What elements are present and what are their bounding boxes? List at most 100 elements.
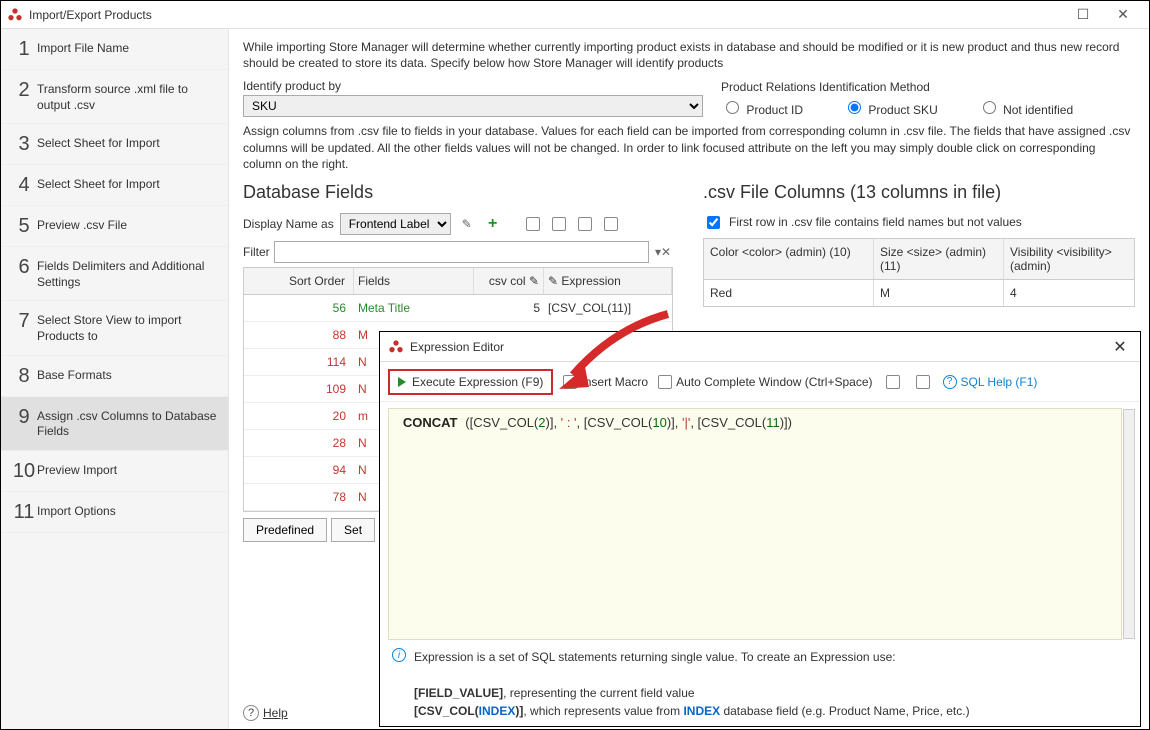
step-label: Select Sheet for Import xyxy=(37,175,218,193)
macro-icon xyxy=(563,375,577,389)
execute-expression-button[interactable]: Execute Expression (F9) xyxy=(388,369,553,395)
window-maximize-button[interactable]: ☐ xyxy=(1063,6,1103,23)
cell-sort-order: 56 xyxy=(244,299,354,317)
wizard-step-2[interactable]: 2Transform source .xml file to output .c… xyxy=(1,70,228,124)
ee-toolbar-icon-1[interactable] xyxy=(883,372,903,392)
app-logo-icon xyxy=(388,339,404,355)
col-fields[interactable]: Fields xyxy=(354,268,474,294)
step-number: 7 xyxy=(11,311,37,331)
first-row-checkbox[interactable] xyxy=(707,216,720,229)
wizard-step-6[interactable]: 6Fields Delimiters and Additional Settin… xyxy=(1,247,228,301)
cell-sort-order: 88 xyxy=(244,326,354,344)
toolbar-icon-2[interactable] xyxy=(549,214,569,234)
step-label: Import Options xyxy=(37,502,218,520)
relation-radio[interactable] xyxy=(983,101,996,114)
csv-col-header-1[interactable]: Color <color> (admin) (10) xyxy=(704,239,874,279)
relation-option-pnone[interactable]: Not identified xyxy=(978,98,1073,117)
step-number: 2 xyxy=(11,80,37,100)
col-sort-order[interactable]: Sort Order xyxy=(244,268,354,294)
display-name-as-select[interactable]: Frontend Label xyxy=(340,213,451,235)
wizard-step-10[interactable]: 10Preview Import xyxy=(1,451,228,492)
display-name-as-label: Display Name as xyxy=(243,217,334,231)
csv-preview-table: Color <color> (admin) (10) Size <size> (… xyxy=(703,238,1135,307)
csv-col-header-2[interactable]: Size <size> (admin) (11) xyxy=(874,239,1004,279)
edit-icon[interactable]: ✎ xyxy=(457,214,477,234)
predefined-button[interactable]: Predefined xyxy=(243,518,327,542)
step-label: Transform source .xml file to output .cs… xyxy=(37,80,218,113)
ee-title: Expression Editor xyxy=(410,340,1108,354)
wizard-step-9[interactable]: 9Assign .csv Columns to Database Fields xyxy=(1,397,228,451)
step-label: Preview .csv File xyxy=(37,216,218,234)
wizard-step-7[interactable]: 7Select Store View to import Products to xyxy=(1,301,228,355)
intro-text: While importing Store Manager will deter… xyxy=(243,39,1135,71)
cell-sort-order: 109 xyxy=(244,380,354,398)
step-label: Assign .csv Columns to Database Fields xyxy=(37,407,218,440)
add-icon[interactable]: + xyxy=(483,214,503,234)
step-number: 11 xyxy=(11,502,37,522)
toolbar-icon-4[interactable] xyxy=(601,214,621,234)
wizard-step-4[interactable]: 4Select Sheet for Import xyxy=(1,165,228,206)
help-icon: ? xyxy=(243,705,259,721)
step-label: Base Formats xyxy=(37,366,218,384)
csv-col-header-3[interactable]: Visibility <visibility> (admin) xyxy=(1004,239,1134,279)
relation-option-pid[interactable]: Product ID xyxy=(721,98,803,117)
step-number: 8 xyxy=(11,366,37,386)
step-number: 4 xyxy=(11,175,37,195)
info-icon: i xyxy=(392,648,406,662)
csvcols-heading: .csv File Columns (13 columns in file) xyxy=(703,182,1135,203)
relations-header: Product Relations Identification Method xyxy=(721,80,1135,94)
step-label: Fields Delimiters and Additional Setting… xyxy=(37,257,218,290)
filter-input[interactable] xyxy=(274,241,649,263)
csv-cell: M xyxy=(874,280,1004,306)
window-title: Import/Export Products xyxy=(29,8,1063,22)
col-csvcol[interactable]: csv col ✎ xyxy=(474,268,544,294)
filter-clear-icon[interactable]: ▾✕ xyxy=(653,242,673,262)
ee-close-button[interactable]: ✕ xyxy=(1108,337,1132,357)
autocomplete-button[interactable]: Auto Complete Window (Ctrl+Space) xyxy=(658,375,872,389)
window-close-button[interactable]: ✕ xyxy=(1103,6,1143,23)
csv-cell: 4 xyxy=(1004,280,1134,306)
dbfields-heading: Database Fields xyxy=(243,182,673,203)
wizard-sidebar: 1Import File Name2Transform source .xml … xyxy=(1,29,229,729)
identify-by-select[interactable]: SKU xyxy=(243,95,703,117)
relation-radio[interactable] xyxy=(848,101,861,114)
step-label: Select Sheet for Import xyxy=(37,134,218,152)
relation-radio[interactable] xyxy=(726,101,739,114)
relation-option-psku[interactable]: Product SKU xyxy=(843,98,938,117)
expression-code-area[interactable]: CONCAT ([CSV_COL(2)], ' : ', [CSV_COL(10… xyxy=(388,408,1122,640)
window-titlebar: Import/Export Products ☐ ✕ xyxy=(1,1,1149,29)
insert-macro-button[interactable]: Insert Macro xyxy=(563,375,648,389)
grid-row[interactable]: 56Meta Title5[CSV_COL(11)] xyxy=(244,295,672,322)
cell-sort-order: 94 xyxy=(244,461,354,479)
wizard-step-1[interactable]: 1Import File Name xyxy=(1,29,228,70)
col-expression[interactable]: ✎ Expression xyxy=(544,268,672,294)
step-number: 1 xyxy=(11,39,37,59)
wizard-step-8[interactable]: 8Base Formats xyxy=(1,356,228,397)
sql-help-button[interactable]: ?SQL Help (F1) xyxy=(943,375,1038,389)
help-link[interactable]: ? Help xyxy=(243,705,288,721)
cell-sort-order: 78 xyxy=(244,488,354,506)
identify-by-label: Identify product by xyxy=(243,79,703,93)
filter-label: Filter xyxy=(243,245,270,259)
cell-expression: [CSV_COL(11)] xyxy=(544,299,672,317)
step-number: 6 xyxy=(11,257,37,277)
autocomplete-icon xyxy=(658,375,672,389)
step-number: 5 xyxy=(11,216,37,236)
code-scrollbar[interactable] xyxy=(1123,409,1135,639)
wizard-step-5[interactable]: 5Preview .csv File xyxy=(1,206,228,247)
first-row-checkbox-row[interactable]: First row in .csv file contains field na… xyxy=(703,213,1135,232)
cell-sort-order: 20 xyxy=(244,407,354,425)
cell-sort-order: 114 xyxy=(244,353,354,371)
step-number: 3 xyxy=(11,134,37,154)
toolbar-icon-3[interactable] xyxy=(575,214,595,234)
step-label: Preview Import xyxy=(37,461,218,479)
step-number: 10 xyxy=(11,461,37,481)
wizard-step-3[interactable]: 3Select Sheet for Import xyxy=(1,124,228,165)
expression-editor-dialog: Expression Editor ✕ Execute Expression (… xyxy=(379,331,1141,727)
csv-cell: Red xyxy=(704,280,874,306)
toolbar-icon-1[interactable] xyxy=(523,214,543,234)
play-icon xyxy=(398,377,406,387)
ee-toolbar-icon-2[interactable] xyxy=(913,372,933,392)
wizard-step-11[interactable]: 11Import Options xyxy=(1,492,228,533)
set-button[interactable]: Set xyxy=(331,518,375,542)
